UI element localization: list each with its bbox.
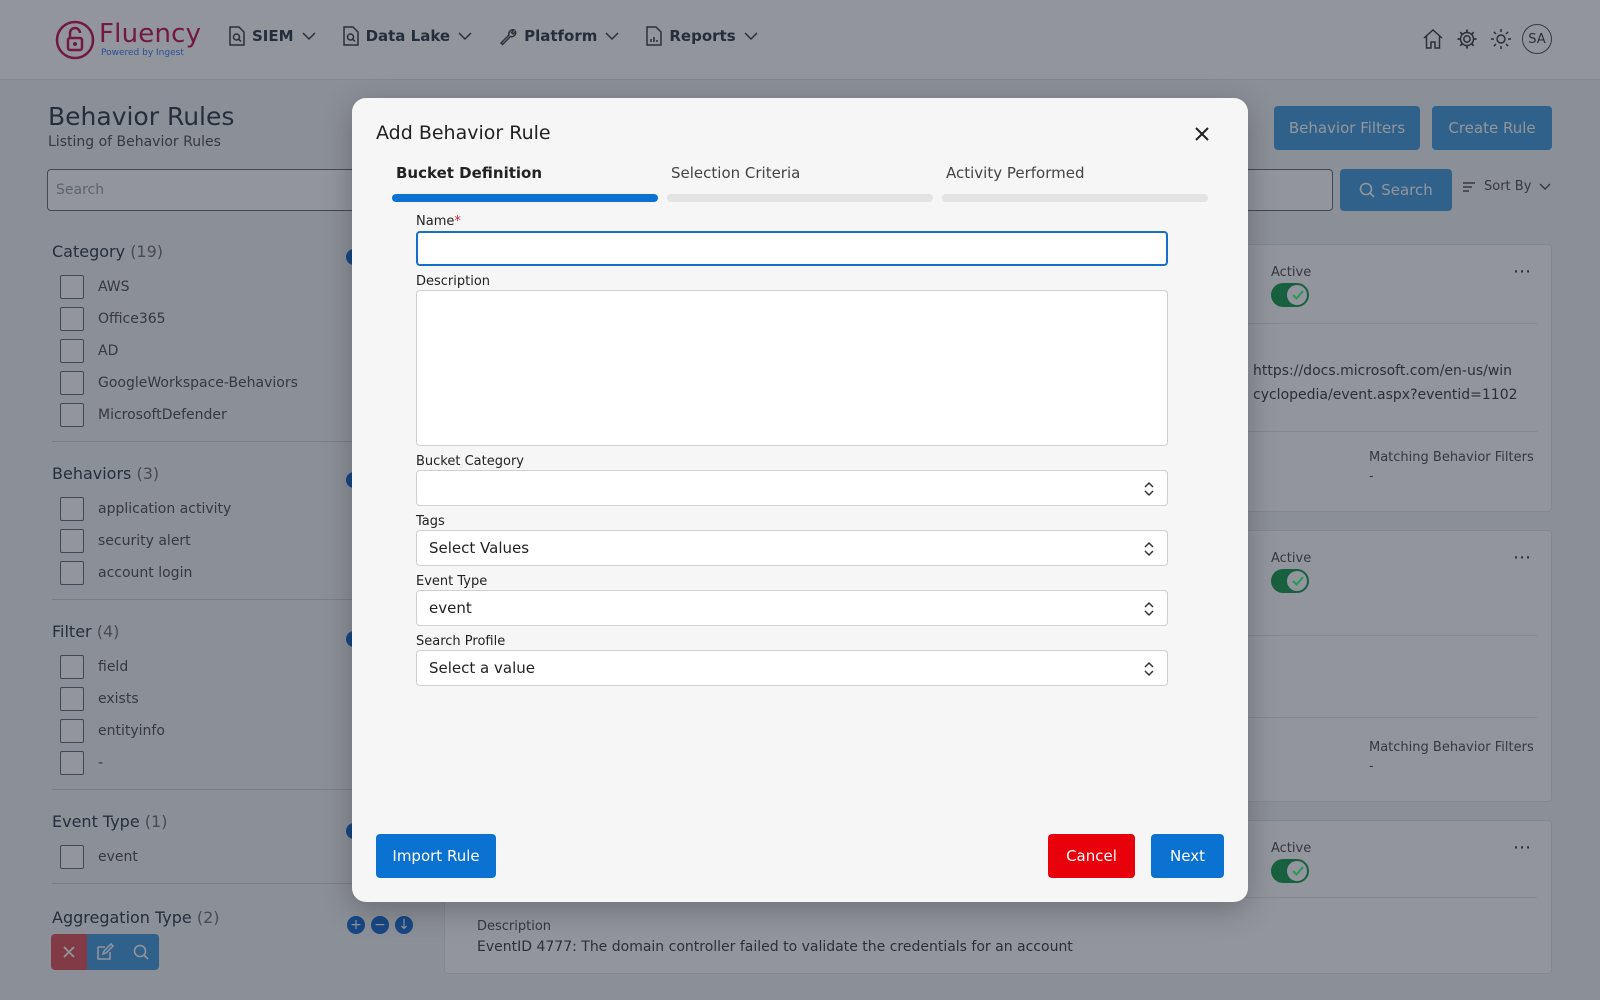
select-arrows-icon <box>1144 661 1154 677</box>
add-behavior-rule-modal: Add Behavior Rule Bucket Definition Sele… <box>352 98 1248 902</box>
close-icon <box>1195 127 1209 141</box>
event-type-select[interactable]: event <box>416 590 1168 626</box>
select-arrows-icon <box>1144 541 1154 557</box>
check-icon <box>1292 866 1304 876</box>
tags-select[interactable]: Select Values <box>416 530 1168 566</box>
step-bucket-definition[interactable]: Bucket Definition <box>392 164 658 202</box>
step-selection-criteria[interactable]: Selection Criteria <box>667 164 933 202</box>
step-progress-bar <box>667 194 933 202</box>
event-type-label: Event Type <box>416 574 488 589</box>
check-icon <box>1292 290 1304 300</box>
search-profile-label: Search Profile <box>416 634 506 649</box>
step-label: Bucket Definition <box>396 164 543 182</box>
step-progress-bar <box>942 194 1208 202</box>
description-textarea[interactable] <box>416 290 1168 446</box>
tags-label: Tags <box>416 514 445 529</box>
tags-value: Select Values <box>429 539 530 557</box>
close-button[interactable] <box>1190 122 1214 146</box>
search-profile-value: Select a value <box>429 659 535 677</box>
step-label: Selection Criteria <box>671 164 801 182</box>
search-profile-select[interactable]: Select a value <box>416 650 1168 686</box>
step-activity-performed[interactable]: Activity Performed <box>942 164 1208 202</box>
check-icon <box>1292 576 1304 586</box>
bucket-category-select[interactable] <box>416 470 1168 506</box>
name-input[interactable] <box>416 231 1168 266</box>
name-label: Name* <box>416 214 461 229</box>
cancel-button[interactable]: Cancel <box>1048 834 1135 878</box>
required-marker: * <box>454 214 461 229</box>
modal-title: Add Behavior Rule <box>376 122 551 144</box>
select-arrows-icon <box>1144 601 1154 617</box>
step-label: Activity Performed <box>946 164 1085 182</box>
description-label: Description <box>416 274 491 289</box>
next-button[interactable]: Next <box>1151 834 1224 878</box>
event-type-value: event <box>429 599 472 617</box>
import-rule-button[interactable]: Import Rule <box>376 834 496 878</box>
select-arrows-icon <box>1144 481 1154 497</box>
bucket-category-label: Bucket Category <box>416 454 524 469</box>
step-progress-bar <box>392 194 658 202</box>
